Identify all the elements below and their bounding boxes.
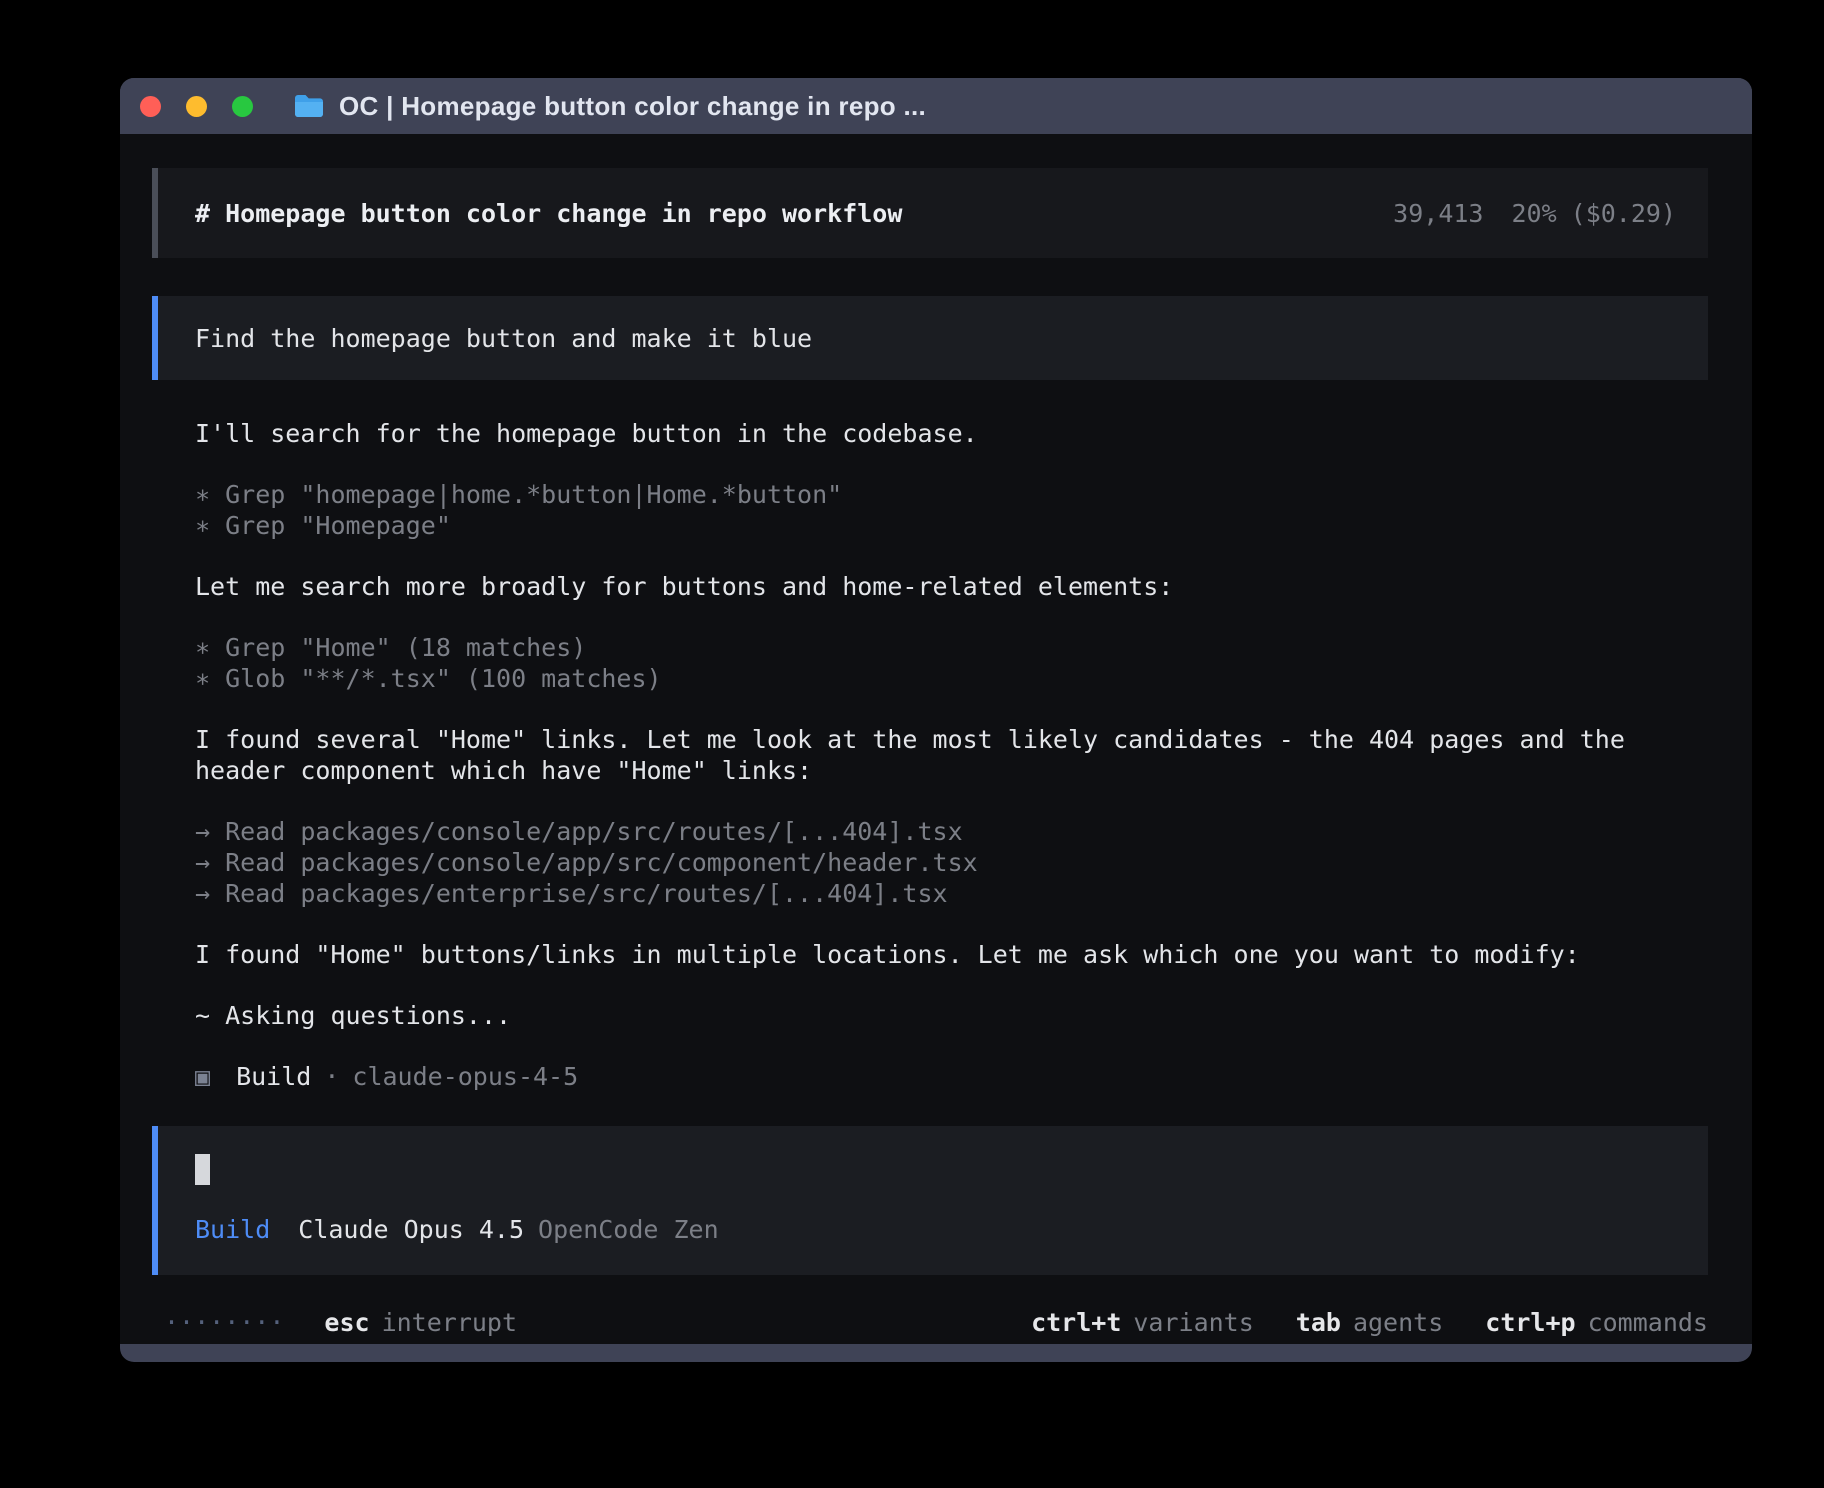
esc-key: esc [324, 1308, 369, 1337]
tool-call-grep: ∗ Grep "Home" (18 matches) [195, 632, 1708, 663]
assistant-text: I'll search for the homepage button in t… [195, 418, 1708, 449]
shortcut-label: commands [1588, 1308, 1708, 1337]
status-footer: ········ esc interrupt ctrl+t variants tab… [152, 1307, 1708, 1338]
model-name: Claude Opus 4.5 [298, 1215, 524, 1244]
assistant-text: Let me search more broadly for buttons a… [195, 571, 1708, 602]
tool-call-read: → Read packages/console/app/src/routes/[… [195, 816, 1708, 847]
agent-icon: ▣ [195, 1062, 210, 1091]
text-cursor [195, 1154, 210, 1185]
conversation: I'll search for the homepage button in t… [152, 418, 1708, 1092]
shortcut-key: tab [1296, 1308, 1341, 1337]
prompt-input[interactable]: Build Claude Opus 4.5 OpenCode Zen [152, 1126, 1708, 1275]
provider-name: OpenCode Zen [538, 1215, 719, 1244]
shortcut-commands: ctrl+p commands [1485, 1307, 1708, 1338]
esc-label: interrupt [382, 1308, 517, 1337]
titlebar[interactable]: OC | Homepage button color change in rep… [120, 78, 1752, 134]
tool-call-group: ∗ Grep "homepage|home.*button|Home.*butt… [195, 479, 1708, 541]
desktop-background: OC | Homepage button color change in rep… [0, 0, 1824, 1488]
window-controls [140, 96, 253, 117]
token-count: 39,413 [1393, 199, 1483, 228]
input-status-bar: Build Claude Opus 4.5 OpenCode Zen [195, 1214, 1676, 1245]
window-title: OC | Homepage button color change in rep… [339, 91, 926, 122]
zoom-window-button[interactable] [232, 96, 253, 117]
shortcut-key: ctrl+p [1485, 1308, 1575, 1337]
session-cost: ($0.29) [1571, 199, 1676, 228]
assistant-text: I found several "Home" links. Let me loo… [195, 724, 1708, 786]
shortcut-label: variants [1133, 1308, 1253, 1337]
shortcut-key: ctrl+t [1031, 1308, 1121, 1337]
shortcut-agents: tab agents [1296, 1307, 1443, 1338]
user-message: Find the homepage button and make it blu… [152, 296, 1708, 380]
agent-status-line: ▣ Build · claude-opus-4-5 [195, 1061, 1708, 1092]
agent-name: Build [236, 1062, 311, 1091]
context-percent: 20% [1511, 199, 1556, 228]
spinner-icon: ········ [164, 1307, 284, 1338]
shortcut-label: agents [1353, 1308, 1443, 1337]
session-header: # Homepage button color change in repo w… [152, 168, 1708, 258]
shortcut-variants: ctrl+t variants [1031, 1307, 1254, 1338]
assistant-text: I found "Home" buttons/links in multiple… [195, 939, 1708, 970]
tool-call-glob: ∗ Glob "**/*.tsx" (100 matches) [195, 663, 1708, 694]
tool-call-read: → Read packages/console/app/src/componen… [195, 847, 1708, 878]
minimize-window-button[interactable] [186, 96, 207, 117]
shortcut-interrupt: esc interrupt [324, 1307, 517, 1338]
terminal-content: # Homepage button color change in repo w… [120, 134, 1752, 1344]
assistant-status-text: ~ Asking questions... [195, 1000, 1708, 1031]
tool-call-group: → Read packages/console/app/src/routes/[… [195, 816, 1708, 909]
tool-call-grep: ∗ Grep "Homepage" [195, 510, 1708, 541]
mode-label: Build [195, 1215, 270, 1244]
session-title: # Homepage button color change in repo w… [195, 198, 902, 229]
session-stats: 39,413 20% ($0.29) [1393, 198, 1676, 229]
terminal-window: OC | Homepage button color change in rep… [120, 78, 1752, 1362]
tool-call-group: ∗ Grep "Home" (18 matches) ∗ Glob "**/*.… [195, 632, 1708, 694]
footer-left: ········ esc interrupt [164, 1307, 517, 1338]
close-window-button[interactable] [140, 96, 161, 117]
tool-call-grep: ∗ Grep "homepage|home.*button|Home.*butt… [195, 479, 1708, 510]
user-message-text: Find the homepage button and make it blu… [195, 323, 812, 354]
agent-model: claude-opus-4-5 [352, 1062, 578, 1091]
folder-icon [293, 93, 325, 119]
tool-call-read: → Read packages/enterprise/src/routes/[.… [195, 878, 1708, 909]
footer-shortcuts: ctrl+t variants tab agents ctrl+p commands [1031, 1307, 1708, 1338]
separator-dot: · [324, 1062, 339, 1091]
